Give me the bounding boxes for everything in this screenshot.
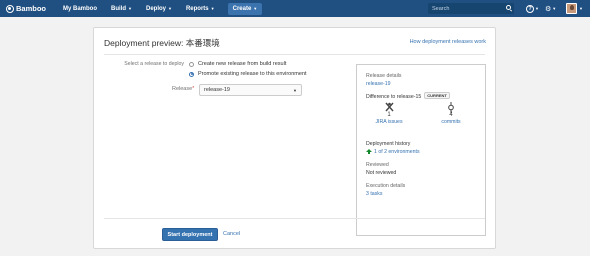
create-new-release-label: Create new release from build result bbox=[198, 61, 287, 67]
commit-icon bbox=[431, 101, 471, 113]
divider bbox=[104, 54, 485, 55]
jira-issues-stat[interactable]: 1 JIRA issues bbox=[369, 102, 409, 125]
release-link[interactable]: release-19 bbox=[366, 81, 391, 87]
chevron-down-icon: ▼ bbox=[168, 6, 172, 11]
promote-existing-release-radio[interactable] bbox=[189, 71, 194, 77]
chevron-down-icon: ▼ bbox=[253, 6, 258, 11]
chevron-down-icon: ▼ bbox=[128, 6, 132, 11]
nav-my-bamboo[interactable]: My Bamboo bbox=[56, 0, 104, 17]
create-new-release-option[interactable]: Create new release from build result bbox=[189, 61, 286, 67]
nav-my-bamboo-label: My Bamboo bbox=[63, 5, 98, 12]
chevron-down-icon: ▼ bbox=[552, 6, 557, 11]
release-details-label: Release details bbox=[366, 73, 402, 79]
create-new-release-radio[interactable] bbox=[189, 61, 194, 67]
logo-text: Bamboo bbox=[16, 4, 46, 13]
current-badge: CURRENT bbox=[424, 92, 450, 99]
create-button-label: Create bbox=[232, 5, 252, 12]
deployment-history-link-text: 1 of 2 environments bbox=[374, 149, 420, 155]
deployment-history-link[interactable]: 1 of 2 environments bbox=[366, 149, 420, 155]
execution-details-label: Execution details bbox=[366, 183, 406, 189]
chevron-down-icon: ▼ bbox=[210, 6, 215, 11]
search-input[interactable] bbox=[432, 5, 502, 12]
select-release-label: Select a release to deploy bbox=[124, 61, 184, 67]
release-field-label: Release* bbox=[172, 86, 194, 92]
help-icon: ? bbox=[526, 4, 534, 13]
required-marker: * bbox=[192, 86, 195, 92]
reviewed-label: Reviewed bbox=[366, 162, 389, 168]
user-avatar[interactable] bbox=[566, 3, 577, 14]
create-button[interactable]: Create ▼ bbox=[227, 2, 263, 15]
deployment-history-label: Deployment history bbox=[366, 141, 411, 147]
nav-deploy-label: Deploy bbox=[145, 5, 166, 12]
commits-stat[interactable]: 4 commits bbox=[431, 101, 471, 125]
admin-menu[interactable]: ⚙ ▼ bbox=[545, 3, 556, 14]
jira-icon bbox=[369, 102, 409, 112]
jira-issues-count: 1 bbox=[387, 112, 391, 118]
jira-issues-link[interactable]: JIRA issues bbox=[369, 119, 409, 125]
difference-text: Difference to release-15 bbox=[366, 94, 422, 100]
gear-icon: ⚙ bbox=[545, 5, 552, 13]
page-title: Deployment preview: 本番環境 bbox=[104, 38, 220, 48]
release-label-text: Release bbox=[172, 86, 193, 92]
nav-build-label: Build bbox=[111, 5, 127, 12]
reviewed-status: Not reviewed bbox=[366, 170, 397, 176]
execution-tasks-link[interactable]: 3 tasks bbox=[366, 191, 382, 197]
bamboo-logo[interactable]: Bamboo bbox=[6, 0, 46, 17]
start-deployment-button[interactable]: Start deployment bbox=[162, 228, 218, 241]
promote-existing-release-label: Promote existing release to this environ… bbox=[198, 71, 307, 77]
chevron-down-icon: ▼ bbox=[535, 6, 539, 11]
promote-existing-release-option[interactable]: Promote existing release to this environ… bbox=[189, 71, 307, 77]
deployment-preview-panel: Deployment preview: 本番環境 How deployment … bbox=[93, 27, 496, 249]
chevron-down-icon: ▼ bbox=[293, 88, 297, 93]
help-menu[interactable]: ? ▼ bbox=[526, 3, 539, 14]
difference-label: Difference to release-15 CURRENT bbox=[366, 92, 450, 100]
how-releases-work-link[interactable]: How deployment releases work bbox=[410, 39, 486, 45]
nav-reports-label: Reports bbox=[185, 5, 209, 12]
commits-count: 4 bbox=[449, 112, 453, 118]
divider bbox=[104, 218, 485, 219]
commits-link[interactable]: commits bbox=[431, 119, 471, 125]
release-details-box: Release details release-19 Difference to… bbox=[356, 64, 486, 236]
release-select-value: release-19 bbox=[204, 87, 230, 93]
cancel-link[interactable]: Cancel bbox=[223, 231, 240, 237]
search-icon[interactable] bbox=[506, 5, 511, 10]
nav-build-menu[interactable]: Build ▼ bbox=[104, 0, 139, 17]
nav-reports-menu[interactable]: Reports ▼ bbox=[179, 0, 222, 17]
release-select[interactable]: release-19 ▼ bbox=[199, 84, 302, 96]
environment-up-icon bbox=[366, 149, 372, 154]
search-field[interactable] bbox=[428, 3, 514, 14]
nav-deploy-menu[interactable]: Deploy ▼ bbox=[139, 0, 179, 17]
bamboo-logo-icon bbox=[6, 4, 14, 13]
chevron-down-icon[interactable]: ▼ bbox=[579, 6, 583, 11]
